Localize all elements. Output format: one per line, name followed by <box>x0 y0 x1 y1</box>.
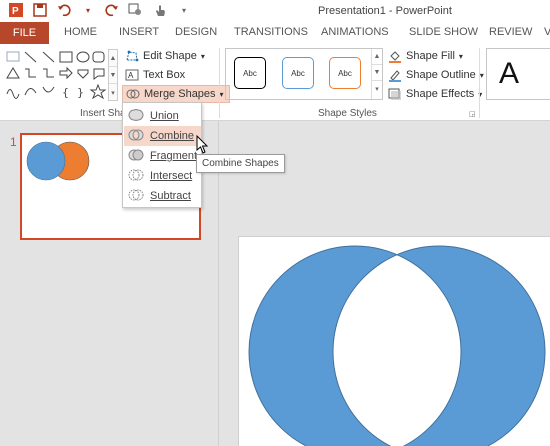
svg-text:}: } <box>77 86 84 99</box>
ribbon: { } ▲ ▼ ▾ Edit Shape ▾ A Text Box Merge … <box>0 44 550 121</box>
slide-number: 1 <box>10 135 17 149</box>
edit-shape-dropdown-icon: ▾ <box>200 51 205 61</box>
quick-access-toolbar: P ▾ ▾ <box>8 2 192 18</box>
svg-text:{: { <box>62 86 69 99</box>
shape-outline-button[interactable]: Shape Outline ▾ <box>388 66 484 84</box>
tab-slide-show[interactable]: SLIDE SHOW <box>409 26 478 38</box>
styles-scroll-up-icon[interactable]: ▲ <box>372 49 382 65</box>
shape-effects-label: Shape Effects <box>406 88 475 100</box>
subtract-icon <box>128 188 144 205</box>
pen-icon <box>388 68 402 82</box>
merge-shapes-menu: Union Combine Fragment Intersect Subtrac… <box>122 102 202 208</box>
save-icon[interactable] <box>32 2 48 18</box>
insert-shapes-group-label: Insert Sha <box>80 108 126 119</box>
tab-file[interactable]: FILE <box>0 22 49 44</box>
dialog-launcher-icon[interactable]: ◲ <box>469 110 476 118</box>
shapes-gallery[interactable]: { } <box>4 49 107 101</box>
merge-shapes-icon <box>126 87 140 101</box>
group-separator <box>479 48 480 118</box>
customize-qat-icon[interactable]: ▾ <box>176 2 192 18</box>
styles-expand-icon[interactable]: ▾ <box>372 81 382 97</box>
intersect-label: Intersect <box>150 170 193 182</box>
hand-icon[interactable] <box>152 2 168 18</box>
edit-shape-icon <box>125 49 139 63</box>
thumb-blue-circle <box>26 141 66 181</box>
union-label: Union <box>150 110 179 122</box>
tab-home[interactable]: HOME <box>64 26 97 38</box>
combine-label: Combine <box>150 130 195 142</box>
tab-review[interactable]: REVIEW <box>489 26 532 38</box>
edit-shape-button[interactable]: Edit Shape ▾ <box>125 47 205 65</box>
paint-bucket-icon <box>388 49 402 63</box>
text-box-button[interactable]: A Text Box <box>125 66 185 84</box>
shape-style-2[interactable]: Abc <box>282 57 314 89</box>
svg-text:P: P <box>12 6 19 17</box>
shape-style-3[interactable]: Abc <box>329 57 361 89</box>
text-box-label: Text Box <box>143 69 186 81</box>
group-separator <box>219 48 220 118</box>
shape-effects-icon <box>388 87 402 101</box>
styles-scroll-down-icon[interactable]: ▼ <box>372 65 382 81</box>
text-box-icon: A <box>125 68 139 82</box>
undo-icon[interactable] <box>56 2 72 18</box>
combine-shapes-tooltip: Combine Shapes <box>196 154 285 173</box>
gallery-expand-icon[interactable]: ▾ <box>109 84 117 101</box>
touch-mode-icon[interactable] <box>128 2 144 18</box>
powerpoint-icon: P <box>8 2 24 18</box>
scroll-down-icon[interactable]: ▼ <box>109 67 117 84</box>
menu-item-subtract[interactable]: Subtract <box>124 186 201 206</box>
shape-fill-button[interactable]: Shape Fill ▾ <box>388 47 463 65</box>
title-bar: P ▾ ▾ Presentation1 - PowerPoint <box>0 0 550 22</box>
shape-outline-dropdown-icon: ▾ <box>479 70 484 80</box>
combined-shape <box>248 245 546 446</box>
combine-icon <box>128 128 144 145</box>
tab-insert[interactable]: INSERT <box>119 26 159 38</box>
shapes-gallery-scroll[interactable]: ▲ ▼ ▾ <box>108 49 118 101</box>
ribbon-tabs: FILE HOME INSERT DESIGN TRANSITIONS ANIM… <box>0 22 550 44</box>
menu-item-combine[interactable]: Combine <box>124 126 201 146</box>
shape-outline-label: Shape Outline <box>406 69 476 81</box>
merge-shapes-label: Merge Shapes <box>144 88 216 100</box>
tab-view[interactable]: V <box>544 26 550 38</box>
redo-icon[interactable] <box>104 2 120 18</box>
shape-fill-label: Shape Fill <box>406 50 455 62</box>
shape-styles-group-label: Shape Styles <box>318 108 377 119</box>
shape-style-1[interactable]: Abc <box>234 57 266 89</box>
slide-canvas[interactable] <box>238 236 550 446</box>
menu-item-fragment[interactable]: Fragment <box>124 146 201 166</box>
intersect-icon <box>128 168 144 185</box>
shape-fill-dropdown-icon: ▾ <box>458 51 463 61</box>
scroll-up-icon[interactable]: ▲ <box>109 50 117 67</box>
union-icon <box>128 108 144 125</box>
fragment-label: Fragment <box>150 150 198 162</box>
menu-item-intersect[interactable]: Intersect <box>124 166 201 186</box>
shape-effects-button[interactable]: Shape Effects ▾ <box>388 85 482 103</box>
svg-text:A: A <box>128 71 134 80</box>
edit-shape-label: Edit Shape <box>143 50 197 62</box>
mouse-cursor-icon <box>196 134 209 154</box>
tab-animations[interactable]: ANIMATIONS <box>321 26 389 38</box>
undo-dropdown-icon[interactable]: ▾ <box>80 2 96 18</box>
tab-design[interactable]: DESIGN <box>175 26 217 38</box>
merge-shapes-button[interactable]: Merge Shapes ▾ <box>122 85 230 103</box>
wordart-sample[interactable]: A <box>499 57 519 91</box>
merge-shapes-dropdown-icon: ▾ <box>219 89 224 99</box>
fragment-icon <box>128 148 144 165</box>
wordart-styles-gallery[interactable]: A <box>486 48 550 100</box>
subtract-label: Subtract <box>150 190 191 202</box>
window-title: Presentation1 - PowerPoint <box>318 5 452 17</box>
shape-styles-scroll[interactable]: ▲ ▼ ▾ <box>371 49 382 99</box>
tab-transitions[interactable]: TRANSITIONS <box>234 26 308 38</box>
menu-item-union[interactable]: Union <box>124 106 201 126</box>
